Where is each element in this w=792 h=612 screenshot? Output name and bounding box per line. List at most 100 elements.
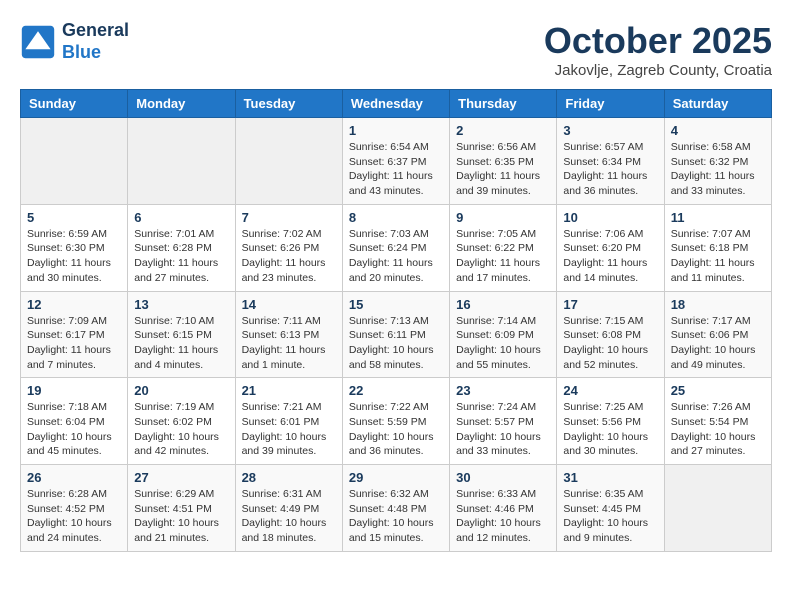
calendar-cell: 9 Sunrise: 7:05 AM Sunset: 6:22 PM Daylig… <box>450 204 557 291</box>
day-number: 23 <box>456 383 550 398</box>
day-number: 1 <box>349 123 443 138</box>
calendar-cell: 11 Sunrise: 7:07 AM Sunset: 6:18 PM Dayli… <box>664 204 771 291</box>
day-info: Sunrise: 6:54 AM Sunset: 6:37 PM Dayligh… <box>349 140 443 199</box>
calendar-cell: 2 Sunrise: 6:56 AM Sunset: 6:35 PM Daylig… <box>450 118 557 205</box>
day-info: Sunrise: 7:21 AM Sunset: 6:01 PM Dayligh… <box>242 400 336 459</box>
calendar-cell: 14 Sunrise: 7:11 AM Sunset: 6:13 PM Dayli… <box>235 291 342 378</box>
day-number: 5 <box>27 210 121 225</box>
calendar-cell: 30 Sunrise: 6:33 AM Sunset: 4:46 PM Dayli… <box>450 465 557 552</box>
calendar-cell: 12Sunrise: 7:09 AM Sunset: 6:17 PM Dayli… <box>21 291 128 378</box>
day-number: 16 <box>456 297 550 312</box>
day-number: 20 <box>134 383 228 398</box>
calendar-cell: 20 Sunrise: 7:19 AM Sunset: 6:02 PM Dayli… <box>128 378 235 465</box>
calendar-cell: 7Sunrise: 7:02 AM Sunset: 6:26 PM Daylig… <box>235 204 342 291</box>
day-number: 15 <box>349 297 443 312</box>
calendar-week-2: 5 Sunrise: 6:59 AM Sunset: 6:30 PM Daylig… <box>21 204 772 291</box>
calendar-cell: 10Sunrise: 7:06 AM Sunset: 6:20 PM Dayli… <box>557 204 664 291</box>
day-info: Sunrise: 7:09 AM Sunset: 6:17 PM Dayligh… <box>27 314 121 373</box>
calendar-cell: 19 Sunrise: 7:18 AM Sunset: 6:04 PM Dayli… <box>21 378 128 465</box>
page-header: General Blue October 2025 Jakovlje, Zagr… <box>20 20 772 79</box>
day-number: 4 <box>671 123 765 138</box>
day-number: 21 <box>242 383 336 398</box>
day-info: Sunrise: 7:05 AM Sunset: 6:22 PM Dayligh… <box>456 227 550 286</box>
logo-icon <box>20 24 56 60</box>
day-info: Sunrise: 6:35 AM Sunset: 4:45 PM Dayligh… <box>563 487 657 546</box>
logo: General Blue <box>20 20 129 63</box>
calendar-cell: 16 Sunrise: 7:14 AM Sunset: 6:09 PM Dayli… <box>450 291 557 378</box>
day-info: Sunrise: 7:10 AM Sunset: 6:15 PM Dayligh… <box>134 314 228 373</box>
day-info: Sunrise: 7:26 AM Sunset: 5:54 PM Dayligh… <box>671 400 765 459</box>
day-number: 31 <box>563 470 657 485</box>
day-number: 30 <box>456 470 550 485</box>
day-info: Sunrise: 6:31 AM Sunset: 4:49 PM Dayligh… <box>242 487 336 546</box>
weekday-header-friday: Friday <box>557 90 664 118</box>
day-info: Sunrise: 7:18 AM Sunset: 6:04 PM Dayligh… <box>27 400 121 459</box>
calendar-cell: 15 Sunrise: 7:13 AM Sunset: 6:11 PM Dayli… <box>342 291 449 378</box>
calendar-cell: 24Sunrise: 7:25 AM Sunset: 5:56 PM Dayli… <box>557 378 664 465</box>
day-number: 11 <box>671 210 765 225</box>
calendar-week-4: 19 Sunrise: 7:18 AM Sunset: 6:04 PM Dayli… <box>21 378 772 465</box>
calendar-table: SundayMondayTuesdayWednesdayThursdayFrid… <box>20 89 772 552</box>
calendar-cell <box>235 118 342 205</box>
calendar-cell: 6Sunrise: 7:01 AM Sunset: 6:28 PM Daylig… <box>128 204 235 291</box>
calendar-cell: 13 Sunrise: 7:10 AM Sunset: 6:15 PM Dayli… <box>128 291 235 378</box>
day-number: 17 <box>563 297 657 312</box>
calendar-cell: 28Sunrise: 6:31 AM Sunset: 4:49 PM Dayli… <box>235 465 342 552</box>
calendar-cell <box>664 465 771 552</box>
day-info: Sunrise: 6:59 AM Sunset: 6:30 PM Dayligh… <box>27 227 121 286</box>
weekday-header-wednesday: Wednesday <box>342 90 449 118</box>
day-number: 2 <box>456 123 550 138</box>
calendar-cell <box>21 118 128 205</box>
calendar-cell: 31 Sunrise: 6:35 AM Sunset: 4:45 PM Dayli… <box>557 465 664 552</box>
day-info: Sunrise: 6:58 AM Sunset: 6:32 PM Dayligh… <box>671 140 765 199</box>
day-info: Sunrise: 7:24 AM Sunset: 5:57 PM Dayligh… <box>456 400 550 459</box>
weekday-header-sunday: Sunday <box>21 90 128 118</box>
calendar-cell: 25 Sunrise: 7:26 AM Sunset: 5:54 PM Dayli… <box>664 378 771 465</box>
weekday-header-row: SundayMondayTuesdayWednesdayThursdayFrid… <box>21 90 772 118</box>
day-info: Sunrise: 6:56 AM Sunset: 6:35 PM Dayligh… <box>456 140 550 199</box>
day-info: Sunrise: 7:25 AM Sunset: 5:56 PM Dayligh… <box>563 400 657 459</box>
day-info: Sunrise: 7:07 AM Sunset: 6:18 PM Dayligh… <box>671 227 765 286</box>
day-number: 14 <box>242 297 336 312</box>
calendar-cell: 8Sunrise: 7:03 AM Sunset: 6:24 PM Daylig… <box>342 204 449 291</box>
day-info: Sunrise: 7:19 AM Sunset: 6:02 PM Dayligh… <box>134 400 228 459</box>
calendar-cell: 1 Sunrise: 6:54 AM Sunset: 6:37 PM Daylig… <box>342 118 449 205</box>
calendar-cell: 27Sunrise: 6:29 AM Sunset: 4:51 PM Dayli… <box>128 465 235 552</box>
day-info: Sunrise: 6:28 AM Sunset: 4:52 PM Dayligh… <box>27 487 121 546</box>
day-info: Sunrise: 7:13 AM Sunset: 6:11 PM Dayligh… <box>349 314 443 373</box>
day-number: 19 <box>27 383 121 398</box>
day-info: Sunrise: 7:03 AM Sunset: 6:24 PM Dayligh… <box>349 227 443 286</box>
location-title: Jakovlje, Zagreb County, Croatia <box>544 62 772 79</box>
calendar-cell <box>128 118 235 205</box>
calendar-week-1: 1 Sunrise: 6:54 AM Sunset: 6:37 PM Daylig… <box>21 118 772 205</box>
calendar-week-3: 12Sunrise: 7:09 AM Sunset: 6:17 PM Dayli… <box>21 291 772 378</box>
weekday-header-thursday: Thursday <box>450 90 557 118</box>
calendar-cell: 21 Sunrise: 7:21 AM Sunset: 6:01 PM Dayli… <box>235 378 342 465</box>
day-number: 13 <box>134 297 228 312</box>
calendar-cell: 26 Sunrise: 6:28 AM Sunset: 4:52 PM Dayli… <box>21 465 128 552</box>
calendar-cell: 22 Sunrise: 7:22 AM Sunset: 5:59 PM Dayli… <box>342 378 449 465</box>
calendar-cell: 3 Sunrise: 6:57 AM Sunset: 6:34 PM Daylig… <box>557 118 664 205</box>
calendar-cell: 17 Sunrise: 7:15 AM Sunset: 6:08 PM Dayli… <box>557 291 664 378</box>
day-info: Sunrise: 7:17 AM Sunset: 6:06 PM Dayligh… <box>671 314 765 373</box>
weekday-header-tuesday: Tuesday <box>235 90 342 118</box>
day-number: 3 <box>563 123 657 138</box>
day-number: 29 <box>349 470 443 485</box>
day-info: Sunrise: 7:01 AM Sunset: 6:28 PM Dayligh… <box>134 227 228 286</box>
day-info: Sunrise: 7:14 AM Sunset: 6:09 PM Dayligh… <box>456 314 550 373</box>
day-number: 7 <box>242 210 336 225</box>
calendar-cell: 18Sunrise: 7:17 AM Sunset: 6:06 PM Dayli… <box>664 291 771 378</box>
day-number: 22 <box>349 383 443 398</box>
month-title: October 2025 <box>544 20 772 62</box>
day-info: Sunrise: 7:22 AM Sunset: 5:59 PM Dayligh… <box>349 400 443 459</box>
calendar-cell: 29Sunrise: 6:32 AM Sunset: 4:48 PM Dayli… <box>342 465 449 552</box>
weekday-header-saturday: Saturday <box>664 90 771 118</box>
day-info: Sunrise: 6:57 AM Sunset: 6:34 PM Dayligh… <box>563 140 657 199</box>
day-number: 25 <box>671 383 765 398</box>
day-info: Sunrise: 6:33 AM Sunset: 4:46 PM Dayligh… <box>456 487 550 546</box>
day-info: Sunrise: 6:29 AM Sunset: 4:51 PM Dayligh… <box>134 487 228 546</box>
day-info: Sunrise: 7:11 AM Sunset: 6:13 PM Dayligh… <box>242 314 336 373</box>
day-number: 9 <box>456 210 550 225</box>
day-info: Sunrise: 7:15 AM Sunset: 6:08 PM Dayligh… <box>563 314 657 373</box>
day-number: 26 <box>27 470 121 485</box>
